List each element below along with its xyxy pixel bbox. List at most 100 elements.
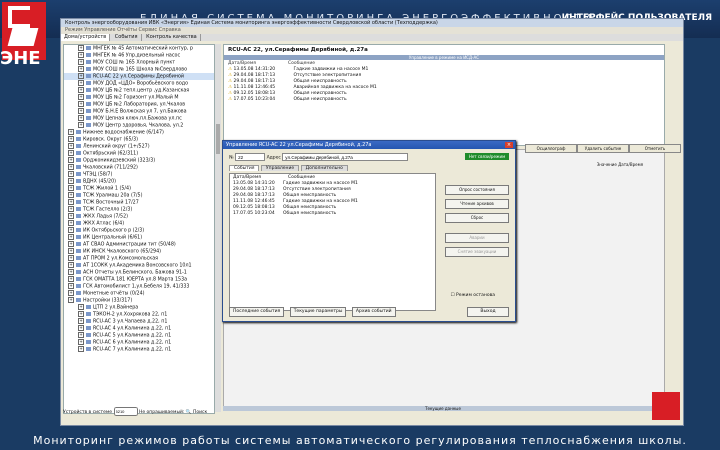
read-archives-button[interactable]: Чтение архивов [445, 199, 509, 209]
tree-item[interactable]: + ТСЖ Восточный 17/27 [64, 199, 214, 206]
exit-button[interactable]: Выход [467, 307, 509, 317]
search-icon[interactable]: 🔍 [186, 410, 192, 415]
tree-scrollbar[interactable] [215, 44, 221, 412]
expand-icon[interactable]: + [78, 59, 84, 65]
reset-button[interactable]: Сброс [445, 213, 509, 223]
status-button[interactable]: Нет связи/режим [465, 153, 509, 160]
alarms-button[interactable]: Аварии [445, 233, 509, 243]
expand-icon[interactable]: + [68, 164, 74, 170]
tree-item[interactable]: + АТ ПРОМ 2 ул.Комсомольская [64, 255, 214, 262]
poll-status-button[interactable]: Опрос состояния [445, 185, 509, 195]
tree-item[interactable]: + АТ 1СОКК ул.Академика Вонсовского 10л1 [64, 262, 214, 269]
device-tree[interactable]: + МНГЕК № 45 Автоматический контур, р + МНГ… [63, 44, 215, 414]
tree-item[interactable]: + МОУ Центр здоровья, Чкалова, ул.2 [64, 122, 214, 129]
tree-item[interactable]: + RCU-AC 22 ул.Серафимы Дерябиной [64, 73, 214, 80]
tree-item[interactable]: + АСН Отчеты ул.Белинского, Бажова 91-1 [64, 269, 214, 276]
tree-item[interactable]: + Нижнее водоснабжение (6/147) [64, 129, 214, 136]
oscillograph-button[interactable]: Осциллограф [525, 144, 577, 153]
expand-icon[interactable]: + [78, 325, 84, 331]
tree-item[interactable]: + МОУ СОШ № 165 Школа №Свердлово [64, 66, 214, 73]
tab-dialog-control[interactable]: Управление [260, 165, 300, 171]
expand-icon[interactable]: + [68, 241, 74, 247]
tree-item[interactable]: + ИК Центральный (6/61) [64, 234, 214, 241]
expand-icon[interactable]: + [78, 339, 84, 345]
tree-item[interactable]: + МНГЕК № 45 Автоматический контур, р [64, 45, 214, 52]
expand-icon[interactable]: + [68, 255, 74, 261]
expand-icon[interactable]: + [68, 269, 74, 275]
last-events-button[interactable]: Последние события [229, 307, 285, 317]
expand-icon[interactable]: + [78, 304, 84, 310]
expand-icon[interactable]: + [68, 290, 74, 296]
tree-item[interactable]: + Настройки (33/317) [64, 297, 214, 304]
tree-item[interactable]: + МОУ ЦБ №2 Лаборатория, ул.Чкалов [64, 101, 214, 108]
expand-icon[interactable]: + [78, 101, 84, 107]
expand-icon[interactable]: + [78, 52, 84, 58]
tab-events[interactable]: События [112, 34, 142, 41]
address-field[interactable] [282, 153, 409, 161]
tree-item[interactable]: + ГСК ОМАТТА 181 ЮЕРТА ул.8 Марта 153а [64, 276, 214, 283]
expand-icon[interactable]: + [68, 227, 74, 233]
tree-item[interactable]: + RCU-AC 7 ул.Калинина д.22, п1 [64, 346, 214, 353]
expand-icon[interactable]: + [68, 192, 74, 198]
close-icon[interactable]: × [505, 142, 513, 148]
stop-mode-checkbox[interactable]: ☐ Режим останова [451, 293, 495, 298]
expand-icon[interactable]: + [68, 276, 74, 282]
expand-icon[interactable]: + [68, 234, 74, 240]
tree-item[interactable]: + Чкаловский (711/292) [64, 164, 214, 171]
tree-item[interactable]: + МОУ СОШ № 165 Хлорный пункт [64, 59, 214, 66]
expand-icon[interactable]: + [78, 115, 84, 121]
expand-icon[interactable]: + [68, 206, 74, 212]
expand-icon[interactable]: + [68, 178, 74, 184]
tab-dialog-events[interactable]: События [229, 165, 260, 171]
expand-icon[interactable]: + [78, 122, 84, 128]
expand-icon[interactable]: + [68, 199, 74, 205]
expand-icon[interactable]: + [78, 45, 84, 51]
device-number-field[interactable] [235, 153, 266, 161]
expand-icon[interactable]: + [68, 220, 74, 226]
expand-icon[interactable]: + [78, 94, 84, 100]
tree-item[interactable]: + Октябрьский (62/311) [64, 150, 214, 157]
expand-icon[interactable]: + [78, 66, 84, 72]
app-menubar[interactable]: Режим Управление Отчёты Сервис Справка [61, 27, 683, 34]
tree-item[interactable]: + МОУ Б.Н.Е Волжская ул 7, ул.Бажова [64, 108, 214, 115]
tab-quality[interactable]: Контроль качества [143, 34, 201, 41]
tree-item[interactable]: + ЖКХ Ладья (7/52) [64, 213, 214, 220]
tree-item[interactable]: + ТЭКОН-2 ул.Хохрякова 22, п1 [64, 311, 214, 318]
expand-icon[interactable]: + [68, 157, 74, 163]
expand-icon[interactable]: + [68, 283, 74, 289]
expand-icon[interactable]: + [68, 248, 74, 254]
expand-icon[interactable]: + [78, 318, 84, 324]
tree-item[interactable]: + ЖКХ Атлас (6/4) [64, 220, 214, 227]
dialog-event-row[interactable]: 17.07.05 10:23:04 Общая неисправность [230, 211, 435, 217]
tree-item[interactable]: + Орджоникидзевский (323/3) [64, 157, 214, 164]
tree-item[interactable]: + RCU-AC 3 ул.Чапаева д.22, п1 [64, 318, 214, 325]
expand-icon[interactable]: + [78, 73, 84, 79]
mark-button[interactable]: Отметить [629, 144, 681, 153]
expand-icon[interactable]: + [68, 150, 74, 156]
expand-icon[interactable]: + [68, 213, 74, 219]
expand-icon[interactable]: + [78, 87, 84, 93]
tree-item[interactable]: + ТСЖ Гастелло (2/3) [64, 206, 214, 213]
expand-icon[interactable]: + [68, 136, 74, 142]
tree-item[interactable]: + ТСЖ Уралмаш 20а (7/5) [64, 192, 214, 199]
expand-icon[interactable]: + [78, 332, 84, 338]
tree-item[interactable]: + Ленинский округ (1+/527) [64, 143, 214, 150]
tree-item[interactable]: + МНГЕК № 46 Упр.дизельный насос [64, 52, 214, 59]
expand-icon[interactable]: + [68, 143, 74, 149]
tab-devices[interactable]: Дома/устройств [61, 34, 111, 41]
device-count-field[interactable] [113, 407, 138, 416]
expand-icon[interactable]: + [78, 80, 84, 86]
expand-icon[interactable]: + [78, 108, 84, 114]
evacuation-button[interactable]: Снятие эвакуации [445, 247, 509, 257]
event-archive-button[interactable]: Архив событий [351, 307, 396, 317]
tree-item[interactable]: + МОУ ЦБ №2 тепл.центр ,уд.Казанская [64, 87, 214, 94]
tab-dialog-extra[interactable]: Дополнительно [300, 165, 348, 171]
tree-item[interactable]: + RCU-AC 4 ул.Калинина д.22, п1 [64, 325, 214, 332]
tree-item[interactable]: + Кировск. Округ (65/3) [64, 136, 214, 143]
tree-item[interactable]: + ЦТП 2 ул.Вайнера [64, 304, 214, 311]
tree-item[interactable]: + ИК Октябрьского р (2/3) [64, 227, 214, 234]
tree-item[interactable]: + МОУ ДОД «ЦДО» Воробьёвского водо [64, 80, 214, 87]
tree-item[interactable]: + ЧТЭЦ (58/7) [64, 171, 214, 178]
tree-item[interactable]: + RCU-AC 5 ул.Калинина д.22, п1 [64, 332, 214, 339]
tree-item[interactable]: + ИК ИНСК Чкаловского (65/294) [64, 248, 214, 255]
